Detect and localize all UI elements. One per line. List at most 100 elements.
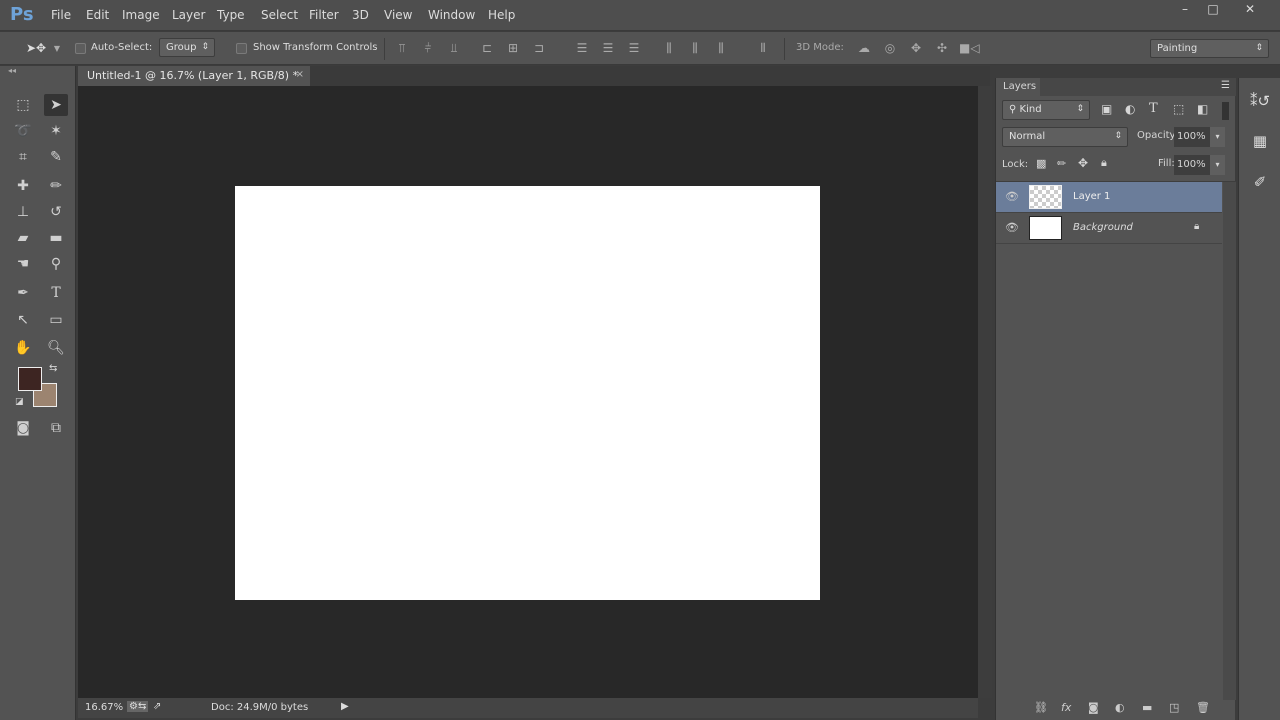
new-group-icon[interactable]: ▬	[1142, 701, 1152, 714]
link-layers-icon[interactable]: ⛓	[1034, 701, 1048, 714]
3d-camera-icon[interactable]: ■◁	[959, 41, 980, 55]
quick-mask-icon[interactable]: ◙	[11, 417, 35, 439]
auto-select-checkbox[interactable]	[75, 43, 86, 54]
magic-wand-tool-icon[interactable]: ✶	[44, 120, 68, 142]
eyedropper-tool-icon[interactable]: ✎	[44, 146, 68, 168]
eraser-tool-icon[interactable]: ▰	[11, 227, 35, 249]
marquee-tool-icon[interactable]: ⬚	[11, 94, 35, 116]
layer-style-icon[interactable]: fx	[1061, 701, 1071, 714]
menu-filter[interactable]: Filter	[309, 8, 339, 22]
status-menu-arrow-icon[interactable]: ▶	[341, 701, 349, 712]
menu-type[interactable]: Type	[217, 8, 245, 22]
zoom-level[interactable]: 16.67%	[85, 702, 123, 713]
menu-image[interactable]: Image	[122, 8, 160, 22]
visibility-eye-icon[interactable]: 👁︎	[1005, 190, 1019, 203]
layer-name[interactable]: Background	[1073, 222, 1133, 233]
menu-help[interactable]: Help	[488, 8, 515, 22]
zoom-tool-icon[interactable]: 🔍︎	[44, 337, 68, 359]
menu-select[interactable]: Select	[261, 8, 298, 22]
filter-type-icon[interactable]: T	[1149, 101, 1158, 116]
lasso-tool-icon[interactable]: ➰	[11, 120, 35, 142]
layer-row-background[interactable]: 👁︎ Background 🔒︎	[996, 213, 1222, 244]
layer-filter-dropdown[interactable]: ⚲ Kind	[1002, 100, 1090, 120]
layer-row-layer-1[interactable]: 👁︎ Layer 1	[996, 182, 1222, 213]
menu-view[interactable]: View	[384, 8, 412, 22]
opacity-input[interactable]: 100%	[1174, 127, 1210, 147]
document-canvas[interactable]	[235, 186, 820, 600]
distribute-top-icon[interactable]: ☰	[573, 41, 591, 55]
layers-scrollbar[interactable]	[1223, 182, 1236, 700]
distribute-left-icon[interactable]: ⫼	[660, 41, 678, 56]
history-brush-tool-icon[interactable]: ↺	[44, 201, 68, 223]
visibility-eye-icon[interactable]: 👁︎	[1005, 221, 1019, 234]
filter-adjustment-icon[interactable]: ◐	[1125, 102, 1135, 116]
brush-presets-panel-icon[interactable]: ✐	[1249, 173, 1271, 191]
delete-layer-icon[interactable]: 🗑︎	[1196, 701, 1210, 714]
hand-tool-icon[interactable]: ✋	[11, 337, 35, 359]
document-workspace[interactable]	[78, 86, 978, 698]
close-window-button[interactable]: ✕	[1237, 2, 1263, 20]
auto-align-icon[interactable]: ⫴	[754, 41, 772, 56]
align-left-icon[interactable]: ⊏	[478, 41, 496, 55]
distribute-hcenter-icon[interactable]: ⫼	[686, 41, 704, 56]
distribute-right-icon[interactable]: ⫼	[712, 41, 730, 56]
workspace-dropdown[interactable]: Painting	[1150, 39, 1269, 58]
3d-rotate-icon[interactable]: ☁	[855, 41, 873, 55]
lock-all-icon[interactable]: 🔒︎	[1101, 156, 1107, 170]
blend-mode-dropdown[interactable]: Normal	[1002, 127, 1128, 147]
rectangle-tool-icon[interactable]: ▭	[44, 309, 68, 331]
menu-file[interactable]: File	[51, 8, 71, 22]
menu-window[interactable]: Window	[428, 8, 475, 22]
history-panel-icon[interactable]: ⁑↺	[1249, 92, 1271, 110]
move-tool-icon[interactable]: ➤	[44, 94, 68, 116]
distribute-bottom-icon[interactable]: ☰	[625, 41, 643, 55]
screen-mode-icon[interactable]: ⧉	[44, 417, 68, 439]
layer-name[interactable]: Layer 1	[1073, 191, 1110, 202]
crop-tool-icon[interactable]: ⌗	[11, 146, 35, 168]
lock-transparent-icon[interactable]: ▩	[1036, 157, 1046, 170]
collapse-icon[interactable]: ◂◂	[8, 66, 16, 75]
opacity-slider-button[interactable]: ▾	[1210, 127, 1225, 147]
filter-toggle[interactable]	[1222, 102, 1229, 120]
align-vcenter-icon[interactable]: ⫩	[419, 41, 437, 56]
gradient-tool-icon[interactable]: ▬	[44, 227, 68, 249]
menu-3d[interactable]: 3D	[352, 8, 369, 22]
maximize-button[interactable]: □	[1200, 2, 1226, 20]
layers-tab[interactable]: Layers	[996, 78, 1040, 96]
share-icon[interactable]: ⇗	[153, 701, 161, 712]
pen-tool-icon[interactable]: ✒	[11, 282, 35, 304]
3d-roll-icon[interactable]: ◎	[881, 41, 899, 55]
close-tab-icon[interactable]: ×	[296, 69, 304, 80]
filter-pixel-icon[interactable]: ▣	[1101, 102, 1112, 116]
swap-colors-icon[interactable]: ⇆	[49, 363, 57, 374]
healing-brush-tool-icon[interactable]: ✚	[11, 175, 35, 197]
move-tool-preset-icon[interactable]: ➤✥	[26, 41, 46, 55]
smudge-tool-icon[interactable]: ☚	[11, 253, 35, 275]
lock-position-icon[interactable]: ✥	[1078, 156, 1088, 170]
filter-shape-icon[interactable]: ⬚	[1173, 102, 1184, 116]
minimize-button[interactable]: –	[1172, 2, 1198, 20]
menu-edit[interactable]: Edit	[86, 8, 109, 22]
foreground-color-swatch[interactable]	[18, 367, 42, 391]
fill-input[interactable]: 100%	[1174, 155, 1210, 175]
align-top-icon[interactable]: ⫪	[393, 41, 411, 56]
3d-pan-icon[interactable]: ✥	[907, 41, 925, 55]
new-layer-icon[interactable]: ◳	[1169, 701, 1179, 714]
distribute-vcenter-icon[interactable]: ☰	[599, 41, 617, 55]
add-mask-icon[interactable]: ◙	[1088, 701, 1099, 714]
align-hcenter-icon[interactable]: ⊞	[504, 41, 522, 55]
type-tool-icon[interactable]: T	[44, 282, 68, 304]
filter-smart-object-icon[interactable]: ◧	[1197, 102, 1208, 116]
vertical-scrollbar[interactable]	[978, 86, 992, 698]
fill-slider-button[interactable]: ▾	[1210, 155, 1225, 175]
lock-image-icon[interactable]: ✏	[1057, 157, 1066, 170]
status-settings-icon[interactable]: ⚙⇆	[127, 701, 149, 712]
clone-stamp-tool-icon[interactable]: ⊥	[11, 201, 35, 223]
brush-tool-icon[interactable]: ✏	[44, 175, 68, 197]
swatches-panel-icon[interactable]: ▦	[1249, 132, 1271, 150]
auto-select-dropdown[interactable]: Group	[159, 38, 215, 57]
align-bottom-icon[interactable]: ⫫	[445, 41, 463, 56]
dodge-tool-icon[interactable]: ⚲	[44, 253, 68, 275]
document-tab[interactable]: Untitled-1 @ 16.7% (Layer 1, RGB/8) * ×	[78, 66, 310, 86]
adjustment-layer-icon[interactable]: ◐	[1115, 701, 1125, 714]
